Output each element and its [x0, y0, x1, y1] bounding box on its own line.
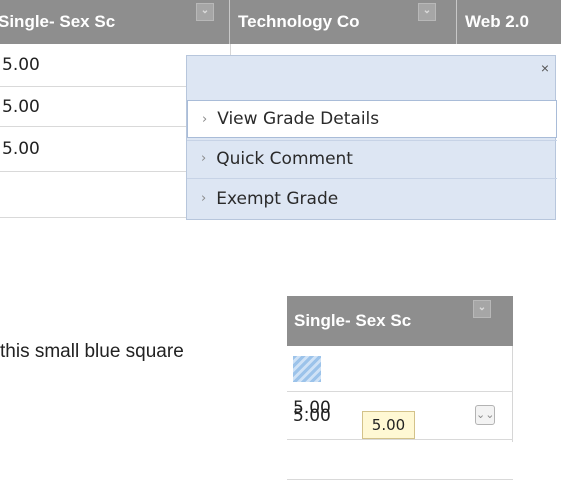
column-menu-chevron-icon[interactable]: ⌄: [196, 3, 214, 21]
column-header-label: Single- Sex Sc: [0, 12, 116, 31]
needs-grading-icon[interactable]: [293, 355, 321, 382]
grade-cell[interactable]: 5.00: [287, 398, 513, 480]
column-menu-chevron-icon[interactable]: ⌄: [418, 3, 436, 21]
menu-item-label: View Grade Details: [217, 109, 380, 129]
grade-value: 5.00: [293, 398, 331, 418]
grade-column-header-row: Single- Sex Sc ⌄ Technology Co ⌄ Web 2.0: [0, 0, 561, 44]
column-header-web20[interactable]: Web 2.0: [457, 0, 561, 44]
column-header-label: Technology Co: [238, 12, 360, 31]
column-header-single-sex[interactable]: Single- Sex Sc ⌄: [0, 0, 230, 44]
grade-value: 5.00: [2, 96, 40, 117]
column-header-single-sex[interactable]: Single- Sex Sc ⌄: [287, 296, 513, 346]
column-header-technology[interactable]: Technology Co ⌄: [230, 0, 457, 44]
chevron-right-icon: ›: [201, 191, 207, 206]
grade-cell-needs-grading[interactable]: [287, 346, 513, 392]
close-icon[interactable]: ×: [541, 60, 549, 76]
grade-tooltip: 5.00: [362, 411, 415, 439]
double-chevron-down-icon[interactable]: ⌄⌄: [475, 405, 495, 425]
chevron-right-icon: ›: [201, 151, 207, 166]
grade-value: 5.00: [2, 55, 40, 75]
column-header-label: Web 2.0: [465, 12, 529, 31]
column-header-label: Single- Sex Sc: [294, 311, 412, 330]
column-menu-chevron-icon[interactable]: ⌄: [473, 300, 491, 318]
row-divider: [0, 217, 186, 218]
grade-context-menu: × › View Grade Details › Quick Comment ›…: [186, 55, 557, 220]
menu-item-view-grade-details[interactable]: › View Grade Details: [187, 100, 557, 138]
grade-value: 5.00: [2, 139, 40, 159]
menu-item-exempt-grade[interactable]: › Exempt Grade: [187, 178, 557, 218]
menu-item-quick-comment[interactable]: › Quick Comment: [187, 140, 557, 176]
chevron-right-icon: ›: [202, 111, 208, 127]
caption-text: this small blue square: [0, 341, 184, 362]
menu-item-label: Quick Comment: [216, 148, 353, 169]
menu-item-label: Exempt Grade: [216, 188, 339, 209]
